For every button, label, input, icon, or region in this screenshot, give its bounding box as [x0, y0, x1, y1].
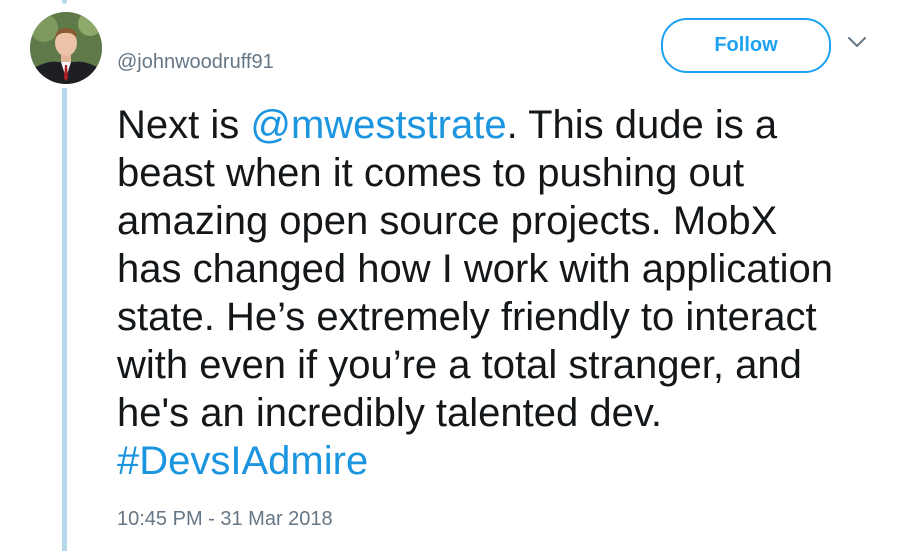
avatar[interactable]: [30, 12, 102, 84]
tweet-text-line3: amazing open source projects. MobX: [117, 199, 778, 243]
hashtag-link[interactable]: #DevsIAdmire: [117, 439, 368, 483]
tweet-text-line5: state. He’s extremely friendly to intera…: [117, 295, 817, 339]
tweet-card: @johnwoodruff91 Follow Next is @mweststr…: [0, 0, 904, 551]
tweet-text-line4: has changed how I work with application: [117, 247, 833, 291]
tweet-text-line7: he's an incredibly talented dev.: [117, 391, 663, 435]
chevron-down-icon[interactable]: [845, 30, 869, 54]
mention-link[interactable]: @mweststrate: [250, 103, 506, 147]
avatar-image: [30, 12, 102, 84]
tweet-timestamp[interactable]: 10:45 PM - 31 Mar 2018: [117, 507, 333, 531]
tweet-text: Next is @mweststrate. This dude is a beas…: [117, 101, 877, 485]
tweet-text-line1: . This dude is a: [506, 103, 778, 147]
user-handle[interactable]: @johnwoodruff91: [117, 50, 274, 74]
tweet-text-line2: beast when it comes to pushing out: [117, 151, 745, 195]
tweet-text-line6: with even if you’re a total stranger, an…: [117, 343, 802, 387]
follow-button[interactable]: Follow: [661, 18, 831, 73]
thread-line: [62, 88, 67, 551]
thread-line-top: [62, 0, 67, 4]
tweet-text-intro: Next is: [117, 103, 251, 147]
